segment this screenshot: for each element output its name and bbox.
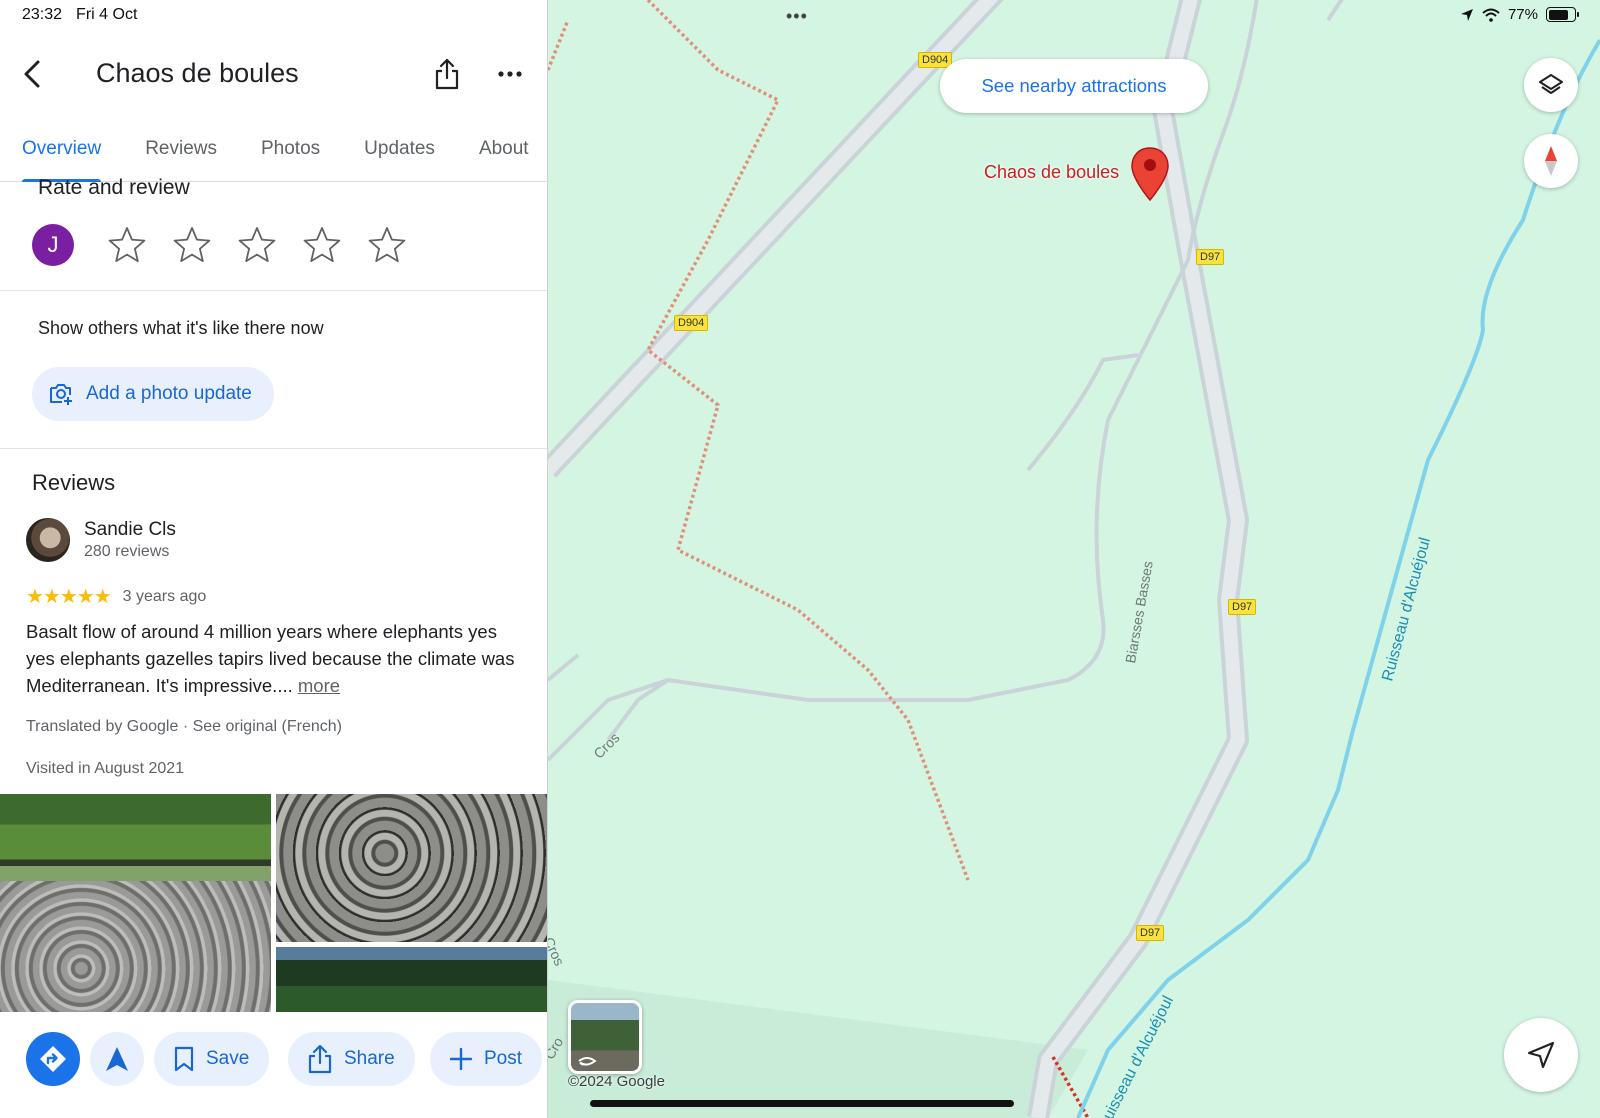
tab-updates[interactable]: Updates [364,126,435,181]
rotate-360-icon [578,1057,597,1066]
status-time: 23:32 [22,6,63,23]
place-tabs: Overview Reviews Photos Updates About [0,126,547,182]
review-text: Basalt flow of around 4 million years wh… [26,618,526,699]
back-button[interactable] [16,56,48,92]
panel-header: Chaos de boules [0,42,547,112]
maps-app-screen: 23:32 Fri 4 Oct ••• 77% Chaos de boules … [0,0,1600,1118]
share-header-button[interactable] [430,56,464,92]
action-bar: Save Share Post [0,1012,547,1118]
multitasking-dots[interactable]: ••• [786,6,808,27]
reviews-heading: Reviews [32,470,116,495]
my-location-button[interactable] [1504,1018,1578,1092]
more-horizontal-icon [498,71,522,77]
location-arrow-icon [1460,8,1473,21]
review-body: Basalt flow of around 4 million years wh… [26,621,515,696]
add-photo-icon [50,384,72,405]
road-label: D904 [918,52,953,68]
photo-update-prompt: Show others what it's like there now [38,318,324,338]
map-layers-button[interactable] [1524,58,1578,112]
reviewer-avatar[interactable] [26,518,70,562]
post-button[interactable]: Post [430,1032,543,1086]
star-outline-icon [238,227,276,262]
location-arrow-icon [1527,1041,1555,1069]
bookmark-icon [174,1046,194,1072]
save-label: Save [206,1048,250,1069]
add-photo-update-button[interactable]: Add a photo update [32,367,274,421]
road-label: D97 [1196,249,1225,265]
star-outline-icon [173,227,211,262]
rating-stars [106,224,408,266]
map-view[interactable]: D904 D904 D97 D97 D97 Biarsses Basses Cr… [548,0,1600,1118]
location-pin-icon[interactable] [1130,146,1170,202]
review-photo[interactable] [0,794,271,1012]
reviewer-name[interactable]: Sandie Cls [84,519,176,541]
star-outline-icon [303,227,341,262]
directions-icon [40,1046,66,1072]
translated-by-label: Translated by Google · [26,718,193,735]
review-meta: ★★★★★ 3 years ago [26,584,206,609]
plus-icon [450,1048,472,1070]
reviewer-review-count: 280 reviews [84,543,170,560]
page-title: Chaos de boules [96,58,299,88]
rating-star-button[interactable] [171,224,213,266]
status-bar-left: 23:32 Fri 4 Oct [22,6,137,24]
share-label: Share [344,1048,395,1069]
start-navigation-button[interactable] [90,1032,144,1086]
rating-star-button[interactable] [301,224,343,266]
user-avatar[interactable]: J [32,224,74,266]
place-detail-panel: Chaos de boules Overview Reviews Photos … [0,0,548,1118]
rate-row: J [32,224,408,266]
divider [0,290,547,291]
tab-reviews[interactable]: Reviews [145,126,217,181]
star-outline-icon [108,227,146,262]
review-photo[interactable] [276,794,547,942]
map-copyright: ©2024 Google [568,1073,665,1090]
place-pin-label[interactable]: Chaos de boules [984,162,1119,183]
more-options-button[interactable] [492,56,528,92]
visited-date: Visited in August 2021 [26,760,185,777]
save-button[interactable]: Save [154,1032,270,1086]
reviewer[interactable]: Sandie Cls 280 reviews [26,518,176,562]
directions-button[interactable] [26,1032,80,1086]
battery-percent: 77% [1507,6,1538,23]
post-label: Post [484,1048,523,1069]
divider [0,448,547,449]
road-label: D97 [1228,599,1257,615]
compass-button[interactable] [1524,134,1578,188]
chevron-left-icon [24,60,40,88]
share-icon [435,58,459,90]
layers-icon [1539,74,1563,94]
status-date: Fri 4 Oct [76,6,138,23]
tab-photos[interactable]: Photos [261,126,320,181]
review-rating-stars: ★★★★★ [26,586,112,608]
see-nearby-attractions-button[interactable]: See nearby attractions [940,59,1208,113]
review-more-link[interactable]: more [298,675,340,696]
star-outline-icon [368,227,406,262]
tab-overview[interactable]: Overview [22,126,102,182]
rate-review-title: Rate and review [38,176,190,199]
share-icon [308,1044,332,1074]
see-original-link[interactable]: See original (French) [193,718,342,735]
home-indicator[interactable] [590,1100,1014,1107]
navigation-arrow-icon [106,1047,128,1071]
rating-star-button[interactable] [106,224,148,266]
tab-about[interactable]: About [479,126,529,181]
translation-note: Translated by Google · See original (Fre… [26,718,342,736]
road-label: D904 [674,315,709,331]
rating-star-button[interactable] [366,224,408,266]
wifi-icon [1482,8,1500,22]
compass-icon [1545,146,1557,176]
road-label: D97 [1136,925,1165,941]
review-time: 3 years ago [122,587,207,605]
share-button[interactable]: Share [288,1032,415,1086]
add-photo-update-label: Add a photo update [86,383,252,404]
street-view-thumbnail[interactable] [568,1000,642,1074]
review-photo[interactable] [276,947,547,1012]
battery-icon [1546,7,1579,22]
status-bar-right: 77% [1460,6,1579,23]
rating-star-button[interactable] [236,224,278,266]
